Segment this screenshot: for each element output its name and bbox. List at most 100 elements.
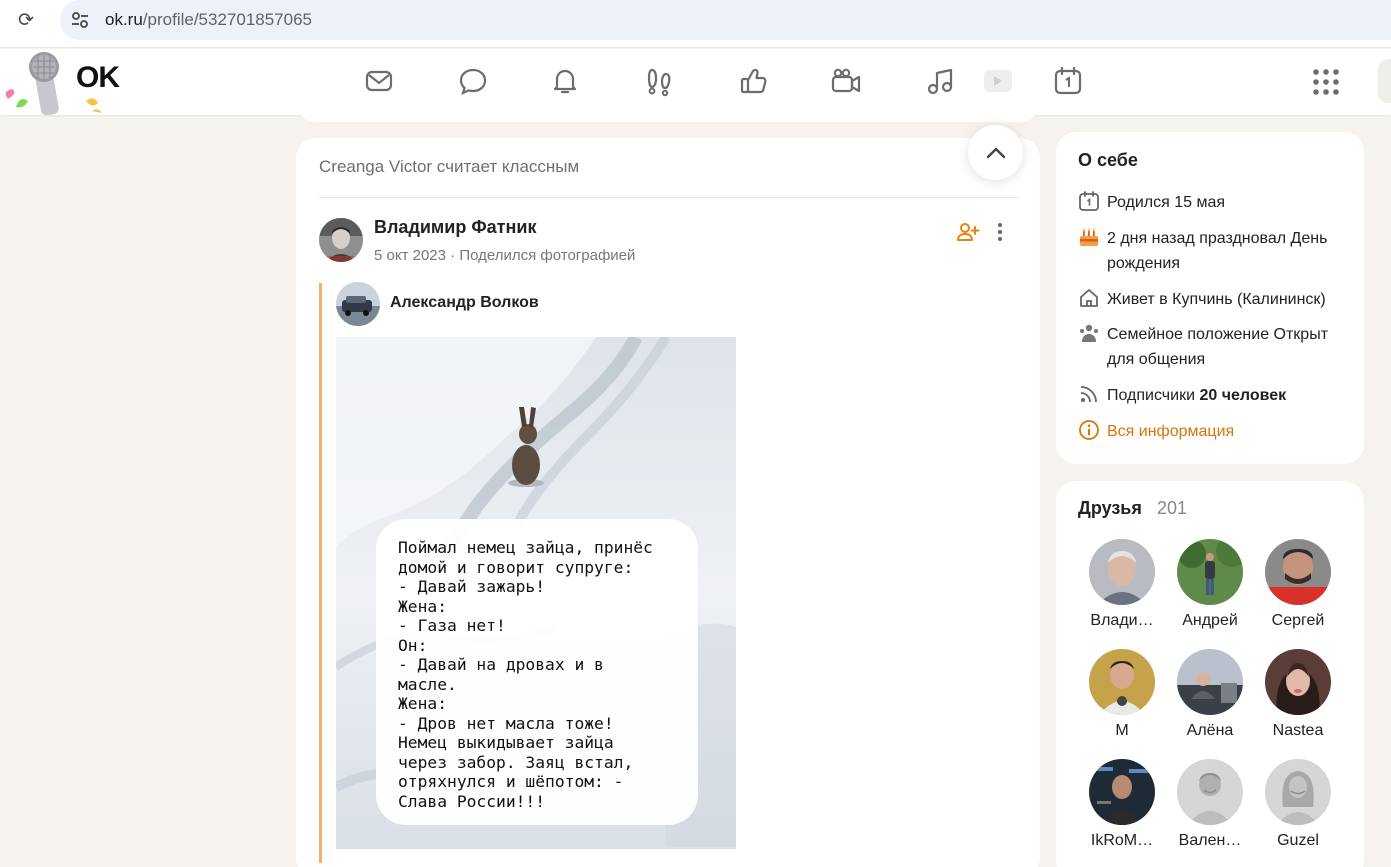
subscribers-label: Подписчики — [1107, 387, 1200, 404]
photo-text-line: Поймал немец зайца, принёс — [398, 538, 653, 557]
photo-text-line: - Давай зажарь! — [398, 577, 546, 596]
friend-item[interactable]: Сергей — [1255, 539, 1341, 649]
video-icon[interactable] — [980, 65, 1012, 97]
post-divider — [319, 197, 1019, 198]
about-text: 2 дня назад праздновал День рождения — [1107, 230, 1328, 272]
photo-text-line: - Дров нет масла тоже! — [398, 713, 614, 733]
logo-text: OK — [76, 61, 120, 94]
video-call-icon[interactable] — [830, 65, 862, 97]
photo-text-line: Он: — [398, 635, 428, 655]
all-info-link[interactable]: Вся информация — [1107, 419, 1355, 444]
friend-avatar[interactable] — [1177, 759, 1243, 825]
url-text[interactable]: ok.ru/profile/532701857065 — [105, 10, 312, 30]
friend-avatar[interactable] — [1265, 649, 1331, 715]
discussions-icon[interactable] — [457, 65, 489, 97]
post-action: Поделился фотографией — [459, 247, 636, 264]
post-photo[interactable]: Поймал немец зайца, принёс домой и говор… — [336, 337, 736, 849]
subscribers-count[interactable]: 20 человек — [1199, 387, 1286, 404]
about-title: О себе — [1078, 150, 1138, 170]
friend-name[interactable]: Вален… — [1167, 832, 1253, 850]
friend-item[interactable]: M — [1079, 649, 1165, 759]
family-icon — [1078, 322, 1100, 344]
post-meta: 5 окт 2023 · Поделился фотографией — [374, 247, 635, 264]
friend-item[interactable]: Алёна — [1167, 649, 1253, 759]
friends-card: Друзья 201 Влади… Андрей Сергей M Алёна — [1056, 481, 1364, 867]
about-text: Живет в Купчинь (Калининск) — [1107, 291, 1326, 308]
scroll-top-button[interactable] — [968, 125, 1023, 180]
messages-icon[interactable] — [363, 65, 395, 97]
photo-caption-overlay: Поймал немец зайца, принёс домой и говор… — [376, 519, 698, 825]
friend-item[interactable]: IkRoM… — [1079, 759, 1165, 867]
rss-icon — [1078, 383, 1100, 405]
friend-avatar[interactable] — [1265, 539, 1331, 605]
info-icon — [1078, 419, 1100, 441]
friend-item[interactable]: Guzel — [1255, 759, 1341, 867]
friend-avatar[interactable] — [1177, 539, 1243, 605]
calendar-icon[interactable] — [1052, 65, 1084, 97]
friend-name[interactable]: Guzel — [1255, 832, 1341, 850]
about-text: Семейное положение Открыт для общения — [1107, 326, 1329, 368]
friend-avatar[interactable] — [1089, 649, 1155, 715]
chevron-up-icon — [986, 147, 1006, 159]
url-path: /profile/532701857065 — [142, 10, 312, 29]
photo-text-line: отряхнулся и шёпотом: - — [398, 772, 624, 791]
about-text: Родился 15 мая — [1107, 194, 1226, 211]
music-icon[interactable] — [924, 65, 956, 97]
friend-item[interactable]: Nastea — [1255, 649, 1341, 759]
photo-text-line: - Давай на дровах и в — [398, 655, 604, 674]
apps-grid-icon[interactable] — [1312, 68, 1340, 96]
photo-text-line: Слава России!!! — [398, 791, 546, 811]
post-date[interactable]: 5 окт 2023 — [374, 247, 446, 264]
friends-count: 201 — [1157, 498, 1188, 518]
previous-post-card — [296, 100, 1040, 122]
friend-name[interactable]: Влади… — [1079, 612, 1165, 630]
post-stats-cut: ... — [336, 860, 347, 867]
photo-text-line: через забор. Заяц встал, — [398, 752, 634, 772]
friend-item[interactable]: Андрей — [1167, 539, 1253, 649]
cake-icon — [1078, 226, 1100, 248]
ok-logo[interactable]: OK — [0, 49, 130, 116]
liked-by-text[interactable]: Creanga Victor считает классным — [319, 157, 579, 177]
about-card: О себе Родился 15 мая 2 дня назад праздн… — [1056, 132, 1364, 464]
guests-icon[interactable] — [644, 65, 676, 97]
site-settings-icon[interactable] — [68, 8, 92, 32]
repost-author-name[interactable]: Александр Волков — [390, 294, 539, 312]
friend-name[interactable]: IkRoM… — [1079, 832, 1165, 850]
repost-author-avatar[interactable] — [336, 282, 380, 326]
photo-text-line: - Газа нет! — [398, 616, 506, 635]
home-icon — [1078, 287, 1100, 309]
friend-avatar[interactable] — [1265, 759, 1331, 825]
friends-title[interactable]: Друзья — [1078, 498, 1142, 519]
friend-avatar[interactable] — [1177, 649, 1243, 715]
more-vertical-icon[interactable] — [992, 220, 1008, 244]
author-avatar[interactable] — [319, 218, 363, 262]
address-bar[interactable]: ok.ru/profile/532701857065 — [60, 0, 1391, 40]
feed-post: Creanga Victor считает классным Владимир… — [296, 138, 1040, 867]
friend-avatar[interactable] — [1089, 539, 1155, 605]
calendar-icon — [1078, 190, 1100, 212]
repost-indicator — [319, 283, 322, 863]
meta-separator: · — [450, 247, 456, 264]
reload-icon[interactable]: ⟳ — [14, 8, 38, 32]
add-friend-icon[interactable] — [956, 220, 980, 244]
photo-text-line: домой и говорит супруге: — [398, 557, 634, 577]
friend-item[interactable]: Вален… — [1167, 759, 1253, 867]
notifications-icon[interactable] — [549, 65, 581, 97]
friend-item[interactable]: Влади… — [1079, 539, 1165, 649]
about-text: Подписчики 20 человек — [1107, 383, 1355, 408]
browser-toolbar: ⟳ ok.ru/profile/532701857065 — [0, 0, 1391, 48]
url-host: ok.ru — [105, 10, 143, 29]
likes-icon[interactable] — [738, 65, 770, 97]
friend-name[interactable]: Алёна — [1167, 722, 1253, 740]
photo-text-line: Немец выкидывает зайца — [398, 733, 614, 752]
photo-text-line: масле. — [398, 674, 457, 694]
friend-name[interactable]: M — [1079, 722, 1165, 740]
header-action-partial[interactable] — [1378, 59, 1391, 103]
friend-name[interactable]: Сергей — [1255, 612, 1341, 630]
photo-text-line: Жена: — [398, 694, 448, 713]
author-name[interactable]: Владимир Фатник — [374, 217, 536, 238]
photo-text-line: Жена: — [398, 596, 448, 616]
friend-name[interactable]: Nastea — [1255, 722, 1341, 740]
friend-avatar[interactable] — [1089, 759, 1155, 825]
friend-name[interactable]: Андрей — [1167, 612, 1253, 630]
